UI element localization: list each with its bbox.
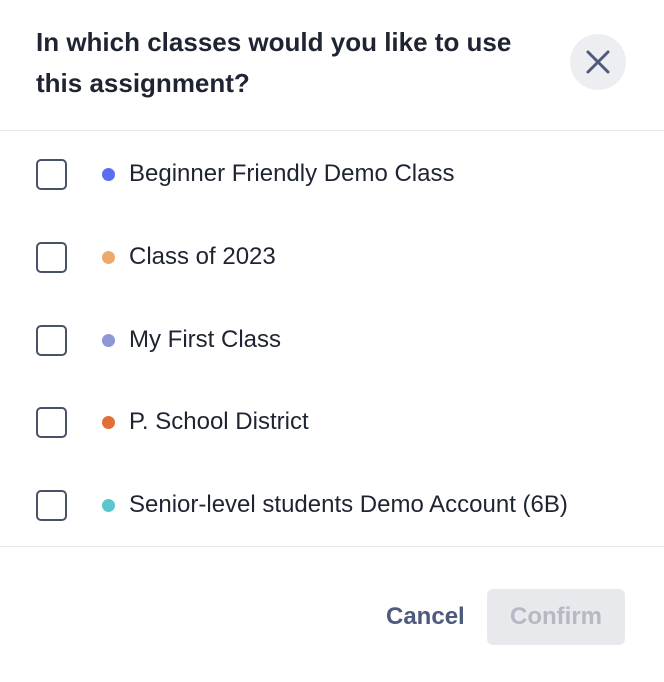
cancel-button[interactable]: Cancel xyxy=(372,589,479,645)
class-checkbox[interactable] xyxy=(36,158,67,190)
class-label: Class of 2023 xyxy=(129,243,276,270)
class-selection-dialog: In which classes would you like to use t… xyxy=(0,0,664,682)
class-label: Beginner Friendly Demo Class xyxy=(129,160,455,187)
dialog-title: In which classes would you like to use t… xyxy=(36,27,512,98)
confirm-button[interactable]: Confirm xyxy=(487,589,625,645)
dialog-header: In which classes would you like to use t… xyxy=(0,0,664,131)
close-icon xyxy=(586,50,610,74)
class-color-dot xyxy=(102,167,115,181)
class-label: My First Class xyxy=(129,326,281,353)
class-row-beginner-friendly-demo-class[interactable]: Beginner Friendly Demo Class xyxy=(0,144,664,204)
class-checkbox[interactable] xyxy=(36,406,67,438)
class-row-p-school-district[interactable]: P. School District xyxy=(0,392,664,452)
class-color-dot xyxy=(102,415,115,429)
class-checkbox[interactable] xyxy=(36,241,67,273)
class-color-dot xyxy=(102,333,115,347)
class-row-senior-level-students-demo-account[interactable]: Senior-level students Demo Account (6B) xyxy=(0,475,664,535)
class-label: Senior-level students Demo Account (6B) xyxy=(129,491,568,518)
close-button[interactable] xyxy=(570,34,626,90)
dialog-footer: Cancel Confirm xyxy=(0,547,664,682)
class-label: P. School District xyxy=(129,408,309,435)
class-color-dot xyxy=(102,250,115,264)
class-checkbox[interactable] xyxy=(36,489,67,521)
class-list: Beginner Friendly Demo Class Class of 20… xyxy=(0,131,664,547)
class-checkbox[interactable] xyxy=(36,324,67,356)
class-row-class-of-2023[interactable]: Class of 2023 xyxy=(0,227,664,287)
class-color-dot xyxy=(102,498,115,512)
class-row-my-first-class[interactable]: My First Class xyxy=(0,310,664,370)
